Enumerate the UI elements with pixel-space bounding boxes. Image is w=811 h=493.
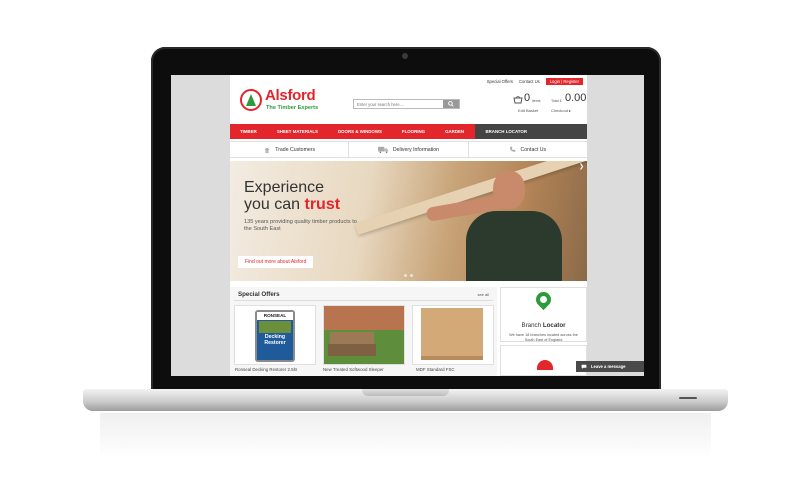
product-label-name: Decking Restorer [264,334,286,346]
map-pin-hole [538,294,549,305]
brand-tagline: The Timber Experts [266,105,319,111]
product-label-brand: RONSEAL [263,313,287,318]
hero-subtitle: 135 years providing quality timber produ… [244,219,357,232]
nav-item-garden[interactable]: GARDEN [435,124,474,139]
chat-bubble-icon [581,364,587,369]
logo-tree-icon[interactable] [240,89,262,111]
edit-basket-link[interactable]: Edit Basket [518,108,538,113]
brand-name[interactable]: Alsford [265,87,316,104]
trade-promo-panel[interactable] [500,345,587,376]
total-value: 0.00 [565,92,587,104]
laptop-led [679,397,697,399]
carousel-dot[interactable] [410,274,413,277]
utility-link-contact-us[interactable]: Contact Us [519,79,540,84]
laptop-screen: Special Offers Contact Us Login | Regist… [171,75,644,376]
nav-item-sheet-materials[interactable]: SHEET MATERIALS [267,124,328,139]
hero-cta-button[interactable]: Find out more about Alsford [238,256,314,268]
mdf-board-image [421,308,483,360]
map-pin-icon [532,288,555,311]
checkout-link[interactable]: Checkout ▸ [551,108,571,113]
nav-item-timber[interactable]: TIMBER [230,124,267,139]
search-icon [448,101,454,107]
branch-locator-panel[interactable]: Branch Locator We have 18 branches locat… [500,287,587,342]
register-link[interactable]: Register [563,79,579,84]
phone-icon [510,146,516,152]
hard-hat-icon [537,360,553,370]
delivery-info-label: Delivery Information [392,146,440,153]
hero-heading-line2: you can trust [244,196,340,213]
contact-us-link[interactable]: Contact Us [469,142,587,157]
special-offers-panel: Special Offers see all RONSEAL Decking R… [230,287,497,376]
branch-locator-title: Branch Locator [501,322,586,329]
product-card[interactable]: RONSEAL Decking Restorer [234,305,316,365]
carousel-dot[interactable] [404,274,407,277]
trade-customers-link[interactable]: Trade Customers [230,142,350,157]
basket-icon[interactable] [513,95,523,104]
product-card[interactable] [323,305,405,365]
utility-nav: Special Offers Contact Us Login | Regist… [487,77,583,86]
webcam [402,53,408,59]
login-link[interactable]: Login [550,79,560,84]
total-label: Total £ [551,99,562,103]
login-register-button[interactable]: Login | Register [545,78,583,85]
hero-head-image [493,171,525,209]
checkout-label: Checkout [551,108,568,113]
branch-title-prefix: Branch [521,322,543,329]
hero-heading-line1: Experience [244,179,325,196]
special-offers-header: Special Offers see all [234,289,493,301]
carousel-dots [404,274,413,277]
basket-items-label: items [532,99,541,103]
product-name[interactable]: MDF Standard FSC [416,367,455,372]
branch-locator-desc: We have 18 branches located across the S… [509,333,578,342]
search-button[interactable] [443,100,459,108]
truck-icon [377,146,389,153]
trade-customers-label: Trade Customers [275,146,316,153]
nav-item-branch-locator[interactable]: BRANCH LOCATOR [475,124,587,139]
nav-item-flooring[interactable]: FLOORING [392,124,435,139]
website-page: Special Offers Contact Us Login | Regist… [230,75,587,376]
tree-icon [246,94,256,106]
laptop-reflection [100,413,711,458]
garden-sleeper-image [324,306,404,364]
search-box [353,99,460,109]
branch-title-bold: Locator [542,322,566,329]
nav-item-doors-windows[interactable]: DOORS & WINDOWS [328,124,392,139]
contact-us-label: Contact Us [520,146,547,153]
chevron-right-icon[interactable]: ❯ [579,163,584,170]
search-input[interactable] [354,100,448,108]
worker-icon [264,147,270,153]
hero-banner: ❯ Experience you can trust 135 years pro… [230,161,587,281]
leave-message-button[interactable]: Leave a message [576,361,644,372]
info-bar: Trade Customers Delivery Information Con… [230,141,587,158]
main-nav: TIMBER SHEET MATERIALS DOORS & WINDOWS F… [230,124,587,139]
delivery-info-link[interactable]: Delivery Information [349,142,469,157]
chevron-right-icon: ▸ [569,108,572,113]
laptop-notch [362,389,449,396]
product-card[interactable] [412,305,494,365]
hero-person-image [466,211,562,281]
leave-message-label: Leave a message [591,364,626,369]
product-name[interactable]: Ronseal Decking Restorer 2.5ltr [235,367,297,372]
hero-heading-prefix: you can [244,196,305,213]
product-name[interactable]: New Treated Softwood Sleeper [323,367,384,372]
special-offers-title: Special Offers [238,291,280,298]
see-all-link[interactable]: see all [477,292,489,297]
hero-heading-accent: trust [304,196,341,213]
basket-count: 0 [524,92,531,104]
utility-link-special-offers[interactable]: Special Offers [487,79,513,84]
